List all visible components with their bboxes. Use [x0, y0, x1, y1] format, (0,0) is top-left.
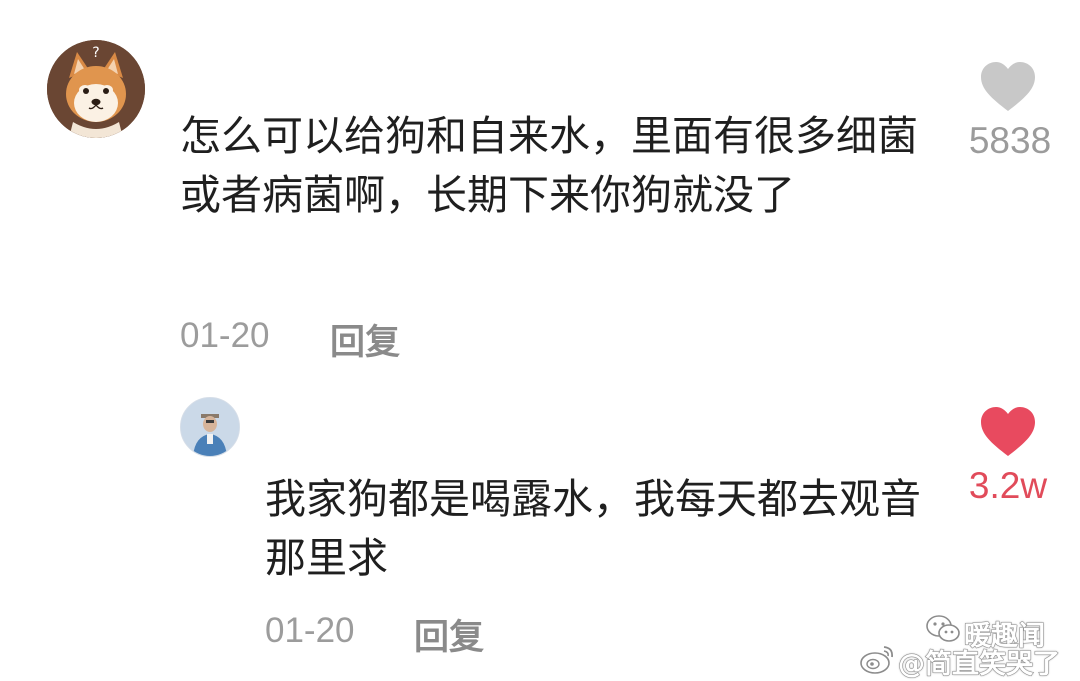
heart-icon: [981, 62, 1035, 111]
svg-text:?: ?: [92, 45, 99, 61]
weibo-icon: [858, 643, 896, 675]
person-avatar-icon: [181, 398, 239, 456]
replier-avatar[interactable]: [180, 397, 240, 457]
heart-icon: [981, 407, 1035, 456]
like-count: 3.2w: [968, 465, 1048, 506]
reply-button[interactable]: 回复: [414, 609, 484, 660]
reply-date: 01-20: [265, 611, 355, 650]
reply-button[interactable]: 回复: [330, 314, 400, 365]
like-button[interactable]: [979, 61, 1037, 117]
like-button[interactable]: [979, 406, 1037, 462]
reply-text: 我家狗都是喝露水，我每天都去观音那里求: [265, 475, 921, 582]
commenter-avatar[interactable]: ?: [47, 40, 145, 138]
wechat-icon: [925, 614, 961, 644]
shiba-dog-avatar-icon: ?: [47, 40, 145, 138]
comment-text: 怎么可以给狗和自来水，里面有很多细菌或者病菌啊，长期下来你狗就没了: [180, 112, 918, 219]
like-count: 5838: [968, 120, 1052, 161]
comment-date: 01-20: [180, 316, 270, 355]
watermark-text: @简直笑哭了: [898, 649, 1061, 681]
